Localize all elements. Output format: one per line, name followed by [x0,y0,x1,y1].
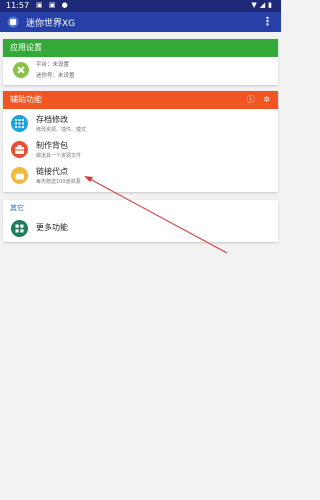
item-subtitle: 每天赠送100道资源 [36,179,81,185]
info-icon[interactable]: ⓘ [247,91,255,109]
item-title: 制作背包 [36,141,68,150]
settings-card: 应用设置 平台：未设置 迷你号：未设置 [3,39,278,85]
item-subtitle: 修改资源、插件、模式 [36,127,87,133]
tools-item-save-edit[interactable]: 存档修改 修改资源、插件、模式 [3,112,278,138]
other-header: 其它 [10,204,24,212]
item-title: 更多功能 [36,223,68,232]
notification-icons: ▣ ▣ ● [36,1,70,9]
other-item-more[interactable]: 更多功能 [3,217,278,243]
app-title: 迷你世界XG [26,19,76,29]
account-text: 迷你号：未设置 [36,73,75,79]
platform-text: 平台：未设置 [36,62,70,68]
tools-header-actions: ⓘ ✲ [241,91,270,109]
status-bar: 11:57 ▣ ▣ ● ▼◢▮ [0,0,281,12]
status-time: 11:57 [6,1,30,10]
settings-body[interactable]: 平台：未设置 迷你号：未设置 [3,57,278,85]
tools-item-backpack[interactable]: 制作背包 做道具一个资源文件 [3,138,278,164]
tools-card: 辅助功能 ⓘ ✲ 存档修改 修改资源、插件、模式 制作背包 做道具一个资源文件 … [3,91,278,192]
item-title: 链接代点 [36,167,68,176]
item-title: 存档修改 [36,115,68,124]
tools-item-link[interactable]: 链接代点 每天赠送100道资源 [3,164,278,190]
apps-icon [11,220,28,237]
grid-icon [11,115,28,132]
overflow-menu-icon[interactable]: ⋮ [262,15,273,28]
other-card: 其它 更多功能 [3,200,278,242]
app-bar: 迷你世界XG ⋮ [0,12,281,32]
cloud-icon [11,167,28,184]
signal-battery-icons: ▼◢▮ [251,1,275,9]
app-logo-icon [7,16,19,28]
item-subtitle: 做道具一个资源文件 [36,153,82,159]
settings-icon[interactable]: ✲ [263,91,270,109]
satellite-icon [13,62,29,78]
tools-header: 辅助功能 ⓘ ✲ [3,91,278,109]
tools-header-label: 辅助功能 [10,95,42,104]
settings-header: 应用设置 [3,39,278,57]
toolbox-icon [11,141,28,158]
